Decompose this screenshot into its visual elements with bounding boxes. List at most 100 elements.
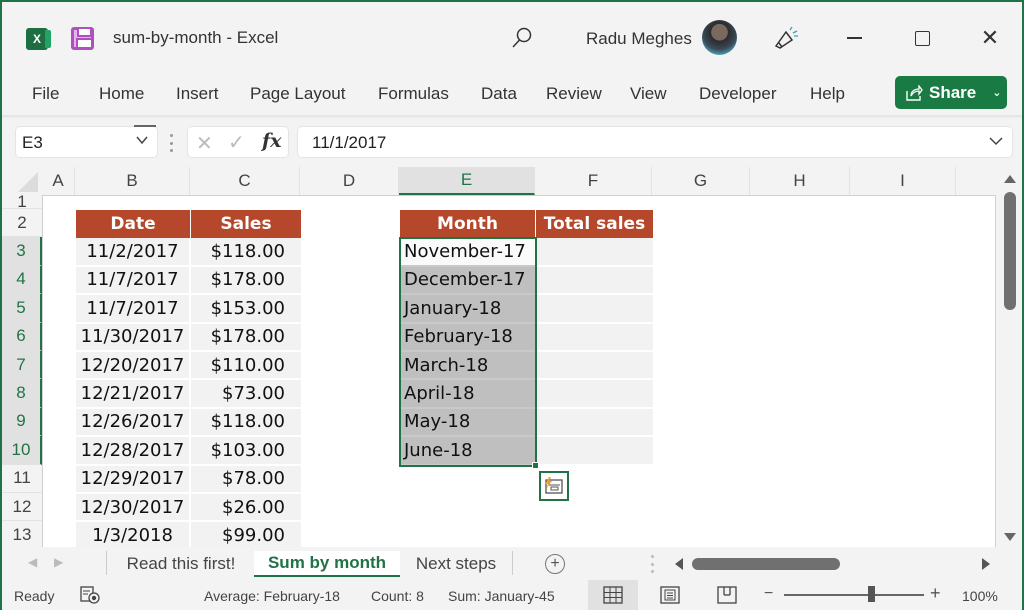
date-cell[interactable]: 12/29/2017	[76, 465, 189, 494]
date-cell[interactable]: 11/7/2017	[76, 266, 189, 296]
date-cell[interactable]: 11/30/2017	[76, 323, 189, 352]
close-button[interactable]: ✕	[976, 24, 1004, 52]
tab-formulas[interactable]: Formulas	[378, 84, 449, 104]
scroll-left-arrow-icon[interactable]	[675, 558, 683, 570]
header-date[interactable]: Date	[76, 210, 190, 239]
column-header-e[interactable]: E	[399, 167, 535, 195]
horizontal-scroll-thumb[interactable]	[692, 558, 840, 570]
column-header-a[interactable]: A	[42, 167, 75, 195]
quick-analysis-button[interactable]	[539, 470, 569, 501]
status-average[interactable]: Average: February-18	[204, 588, 340, 604]
maximize-button[interactable]	[908, 24, 936, 52]
tab-split-handle[interactable]	[651, 555, 654, 573]
expand-formula-bar-icon[interactable]	[988, 134, 1004, 148]
column-header-f[interactable]: F	[535, 167, 652, 195]
scroll-up-arrow-icon[interactable]	[1004, 175, 1016, 183]
row-header-10[interactable]: 10	[2, 436, 42, 465]
chevron-down-icon[interactable]: ⌄	[992, 86, 1001, 99]
zoom-slider[interactable]	[784, 594, 924, 596]
status-count[interactable]: Count: 8	[371, 588, 424, 604]
sales-cell[interactable]: $153.00	[191, 295, 301, 324]
sheet-tab-read-this-first[interactable]: Read this first!	[110, 551, 252, 577]
month-cell[interactable]: March-18	[400, 352, 536, 381]
formula-bar-grip[interactable]	[170, 134, 174, 152]
sales-cell[interactable]: $118.00	[191, 408, 301, 438]
date-cell[interactable]: 11/2/2017	[76, 238, 189, 267]
month-cell[interactable]: May-18	[400, 408, 536, 438]
tab-insert[interactable]: Insert	[176, 84, 219, 104]
cancel-icon[interactable]: ✕	[196, 131, 213, 156]
name-box[interactable]: E3	[16, 125, 157, 157]
page-layout-view-button[interactable]	[645, 580, 695, 610]
row-header-13[interactable]: 13	[2, 521, 42, 550]
enter-icon[interactable]: ✓	[228, 130, 245, 155]
share-button[interactable]: Share ⌄	[895, 76, 1007, 109]
vertical-scrollbar[interactable]	[998, 167, 1022, 547]
tab-view[interactable]: View	[630, 84, 667, 104]
user-name[interactable]: Radu Meghes	[586, 29, 692, 49]
column-header-d[interactable]: D	[300, 167, 399, 195]
row-header-7[interactable]: 7	[2, 351, 42, 380]
row-header-8[interactable]: 8	[2, 379, 42, 408]
date-cell[interactable]: 12/30/2017	[76, 494, 189, 523]
row-header-2[interactable]: 2	[2, 209, 42, 238]
column-header-b[interactable]: B	[75, 167, 190, 195]
search-icon[interactable]	[511, 26, 533, 50]
tab-home[interactable]: Home	[99, 84, 144, 104]
month-cell[interactable]: April-18	[400, 380, 536, 409]
row-header-6[interactable]: 6	[2, 322, 42, 351]
vertical-scroll-thumb[interactable]	[1004, 192, 1016, 310]
avatar[interactable]	[702, 20, 737, 55]
column-header-h[interactable]: H	[750, 167, 850, 195]
month-cell[interactable]: June-18	[400, 437, 536, 466]
header-sales[interactable]: Sales	[191, 210, 301, 239]
date-cell[interactable]: 12/21/2017	[76, 380, 189, 409]
sales-cell[interactable]: $78.00	[191, 465, 301, 494]
header-total-sales[interactable]: Total sales	[536, 210, 653, 239]
total-sales-cell[interactable]	[536, 408, 653, 438]
cell-area[interactable]: Date Sales 11/2/2017 $118.00 11/7/2017 $178.0…	[42, 195, 996, 547]
chevron-down-icon[interactable]	[135, 133, 149, 147]
month-cell[interactable]: February-18	[400, 323, 536, 352]
prev-sheet-icon[interactable]: ◀	[28, 555, 37, 569]
month-cell[interactable]: December-17	[400, 266, 536, 296]
add-sheet-button[interactable]: +	[545, 554, 565, 574]
column-header-c[interactable]: C	[190, 167, 300, 195]
page-break-view-button[interactable]	[702, 580, 752, 610]
scroll-right-arrow-icon[interactable]	[982, 558, 990, 570]
tab-file[interactable]: File	[32, 84, 59, 104]
tab-page-layout[interactable]: Page Layout	[250, 84, 345, 104]
status-sum[interactable]: Sum: January-45	[448, 588, 555, 604]
date-cell[interactable]: 12/26/2017	[76, 408, 189, 438]
sales-cell[interactable]: $26.00	[191, 494, 301, 523]
row-header-3[interactable]: 3	[2, 237, 42, 266]
normal-view-button[interactable]	[588, 580, 638, 610]
next-sheet-icon[interactable]: ▶	[54, 555, 63, 569]
row-header-11[interactable]: 11	[2, 464, 42, 493]
tab-data[interactable]: Data	[481, 84, 517, 104]
date-cell[interactable]: 12/20/2017	[76, 352, 189, 381]
zoom-level[interactable]: 100%	[962, 588, 998, 604]
sales-cell[interactable]: $103.00	[191, 437, 301, 466]
total-sales-cell[interactable]	[536, 295, 653, 324]
total-sales-cell[interactable]	[536, 238, 653, 267]
row-header-1[interactable]: 1	[2, 192, 42, 211]
tab-developer[interactable]: Developer	[699, 84, 777, 104]
minimize-button[interactable]	[840, 24, 868, 52]
header-month[interactable]: Month	[400, 210, 535, 239]
sales-cell[interactable]: $178.00	[191, 266, 301, 296]
month-cell[interactable]: November-17	[400, 238, 536, 267]
row-header-9[interactable]: 9	[2, 407, 42, 437]
row-header-4[interactable]: 4	[2, 265, 42, 295]
zoom-in-button[interactable]: +	[930, 583, 941, 604]
total-sales-cell[interactable]	[536, 323, 653, 352]
insert-function-button[interactable]: fx	[262, 130, 282, 152]
total-sales-cell[interactable]	[536, 266, 653, 296]
formula-input[interactable]: 11/1/2017	[298, 127, 1012, 157]
sales-cell[interactable]: $73.00	[191, 380, 301, 409]
row-header-12[interactable]: 12	[2, 493, 42, 522]
column-header-i[interactable]: I	[850, 167, 956, 195]
macro-recording-icon[interactable]	[80, 586, 100, 604]
sales-cell[interactable]: $99.00	[191, 522, 301, 547]
megaphone-icon[interactable]	[772, 24, 800, 52]
